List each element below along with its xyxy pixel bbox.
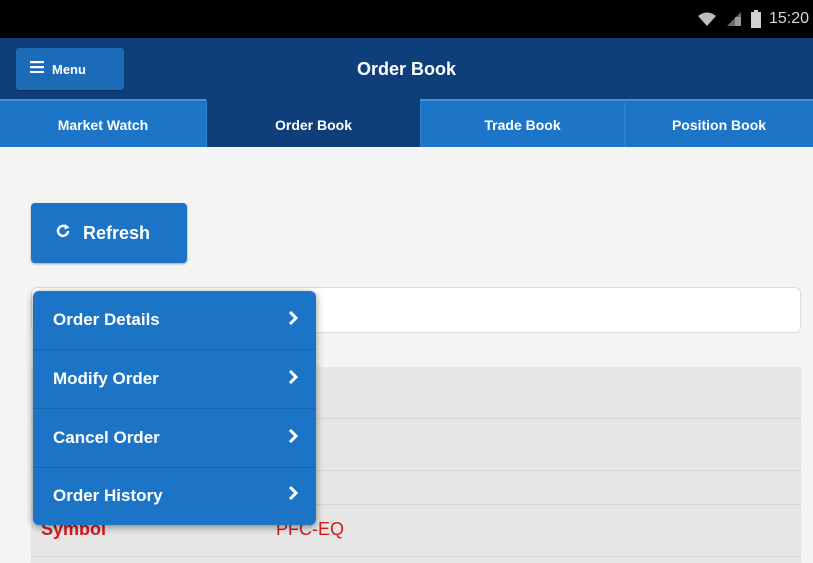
tab-position-book[interactable]: Position Book [624, 99, 813, 147]
tab-order-book[interactable]: Order Book [206, 99, 420, 147]
menu-item-modify-order[interactable]: Modify Order [33, 350, 316, 409]
menu-button-label: Menu [52, 61, 86, 77]
tab-bar: Market Watch Order Book Trade Book Posit… [0, 99, 813, 147]
menu-item-label: Order History [53, 485, 163, 505]
menu-item-label: Modify Order [53, 369, 159, 388]
menu-item-label: Order Details [53, 310, 160, 329]
app-header: Order Book Menu [0, 38, 813, 99]
hamburger-icon [30, 60, 44, 78]
menu-item-order-history[interactable]: Order History [33, 466, 316, 525]
chevron-right-icon [288, 485, 299, 505]
refresh-button-label: Refresh [83, 222, 151, 243]
menu-item-cancel-order[interactable]: Cancel Order [33, 409, 316, 468]
tab-trade-book[interactable]: Trade Book [420, 99, 624, 147]
chevron-right-icon [288, 310, 299, 330]
app-screen: 15:20 Order Book Menu Market Watch Order… [0, 0, 813, 563]
chevron-right-icon [288, 369, 299, 389]
chevron-right-icon [288, 428, 299, 448]
menu-item-order-details[interactable]: Order Details [33, 291, 316, 350]
signal-icon [725, 11, 743, 27]
refresh-icon [55, 223, 71, 244]
menu-item-label: Cancel Order [53, 428, 160, 447]
wifi-icon [697, 11, 717, 27]
refresh-button[interactable]: Refresh [31, 203, 187, 263]
clock: 15:20 [768, 10, 809, 27]
tab-market-watch[interactable]: Market Watch [0, 99, 206, 147]
menu-button[interactable]: Menu [16, 48, 124, 90]
status-bar: 15:20 [0, 0, 813, 38]
battery-icon [750, 10, 761, 28]
order-context-menu: Order Details Modify Order Cancel Order … [33, 291, 316, 525]
